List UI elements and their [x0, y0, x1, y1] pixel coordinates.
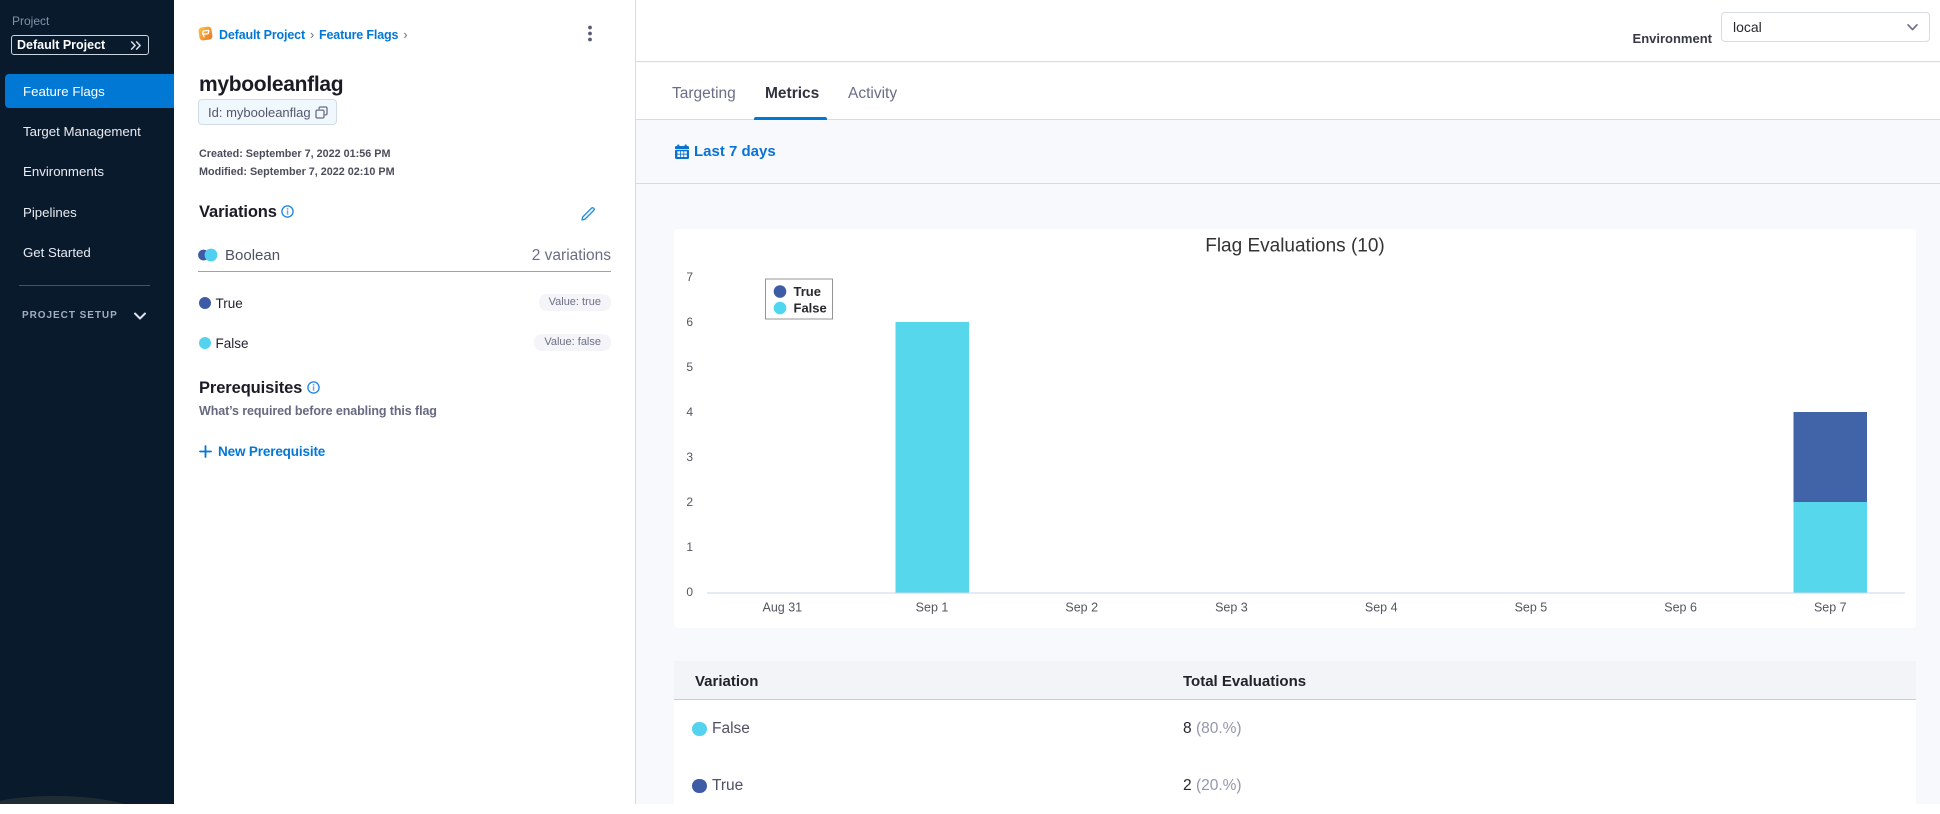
svg-text:4: 4 — [686, 405, 693, 419]
svg-text:Sep 5: Sep 5 — [1515, 601, 1548, 615]
svg-text:True: True — [794, 284, 821, 299]
svg-text:1: 1 — [686, 540, 693, 554]
svg-text:7: 7 — [686, 270, 693, 284]
svg-text:Sep 4: Sep 4 — [1365, 601, 1398, 615]
svg-text:Sep 7: Sep 7 — [1814, 601, 1847, 615]
svg-text:Sep 2: Sep 2 — [1065, 601, 1098, 615]
svg-text:Aug 31: Aug 31 — [762, 601, 802, 615]
svg-text:6: 6 — [686, 315, 693, 329]
svg-text:5: 5 — [686, 360, 693, 374]
svg-text:2: 2 — [686, 495, 693, 509]
svg-text:Sep 6: Sep 6 — [1664, 601, 1697, 615]
svg-text:0: 0 — [686, 585, 693, 599]
svg-text:Flag Evaluations (10): Flag Evaluations (10) — [1205, 236, 1385, 257]
svg-text:3: 3 — [686, 450, 693, 464]
svg-text:Sep 1: Sep 1 — [916, 601, 949, 615]
svg-text:Sep 3: Sep 3 — [1215, 601, 1248, 615]
svg-text:False: False — [794, 301, 827, 316]
